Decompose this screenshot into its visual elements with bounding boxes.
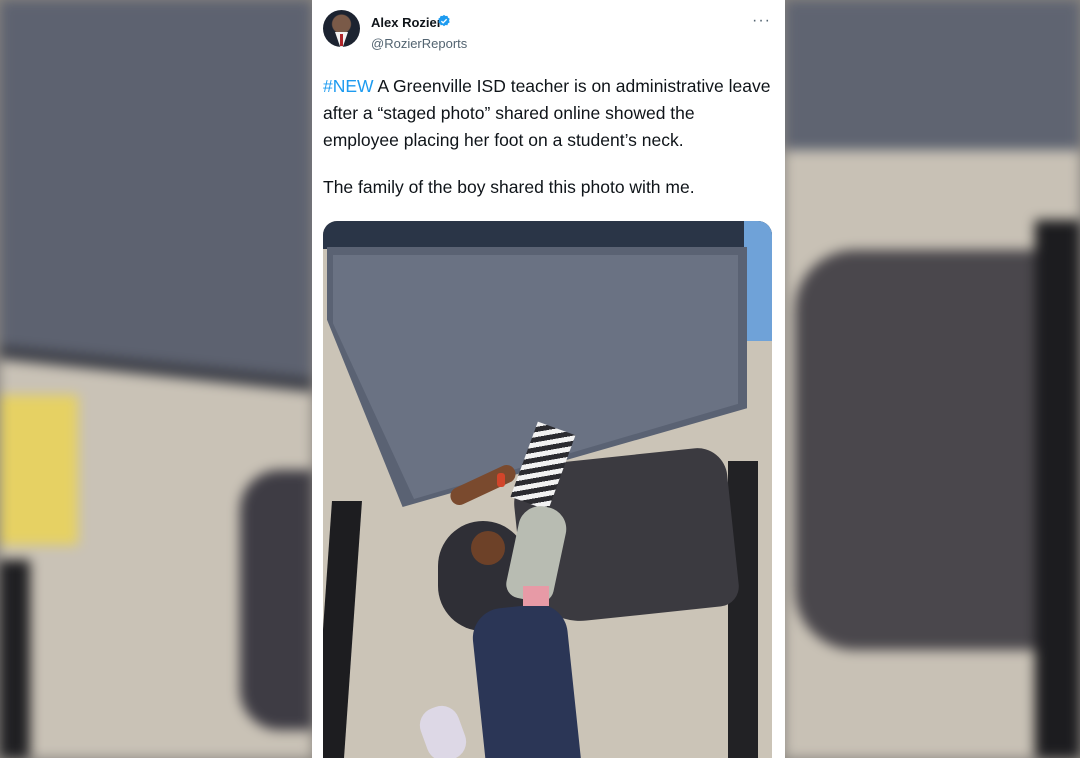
tweet-text: #NEW A Greenville ISD teacher is on admi… (323, 73, 773, 201)
tweet-card: Alex Rozier @RozierReports ··· #NEW A Gr… (312, 0, 785, 758)
background-jacket (240, 470, 312, 730)
tweet-paragraph-1: #NEW A Greenville ISD teacher is on admi… (323, 73, 773, 154)
tweet-paragraph-2: The family of the boy shared this photo … (323, 177, 695, 197)
photo-top-edge (323, 221, 772, 249)
photo-teacher-leg (469, 601, 582, 758)
more-options-icon[interactable]: ··· (752, 12, 771, 30)
avatar[interactable] (323, 10, 360, 47)
background-doormat (785, 0, 1080, 150)
photo-door-frame-left (323, 501, 362, 758)
tweet-paragraph-1-text: A Greenville ISD teacher is on administr… (323, 76, 771, 150)
photo-sky (744, 221, 772, 341)
tweet-header: Alex Rozier @RozierReports ··· (312, 0, 785, 70)
photo-door-frame-right (728, 461, 758, 758)
tweet-photo[interactable] (323, 221, 772, 758)
hashtag-link[interactable]: #NEW (323, 76, 374, 96)
background-doormat (0, 0, 312, 393)
author-handle[interactable]: @RozierReports (371, 36, 467, 51)
avatar-tie (340, 34, 343, 46)
blurred-background-left (0, 0, 312, 758)
verified-badge-icon (438, 14, 450, 27)
blurred-background-right (785, 0, 1080, 758)
background-yellow-patch (0, 395, 78, 545)
background-door-frame (0, 560, 30, 758)
author-name[interactable]: Alex Rozier (371, 15, 442, 30)
background-door-frame (1035, 220, 1080, 758)
photo-pink-sock (523, 586, 549, 606)
photo-bracelet (497, 473, 505, 487)
photo-second-sneaker (414, 700, 472, 758)
photo-student-hand (471, 531, 505, 565)
